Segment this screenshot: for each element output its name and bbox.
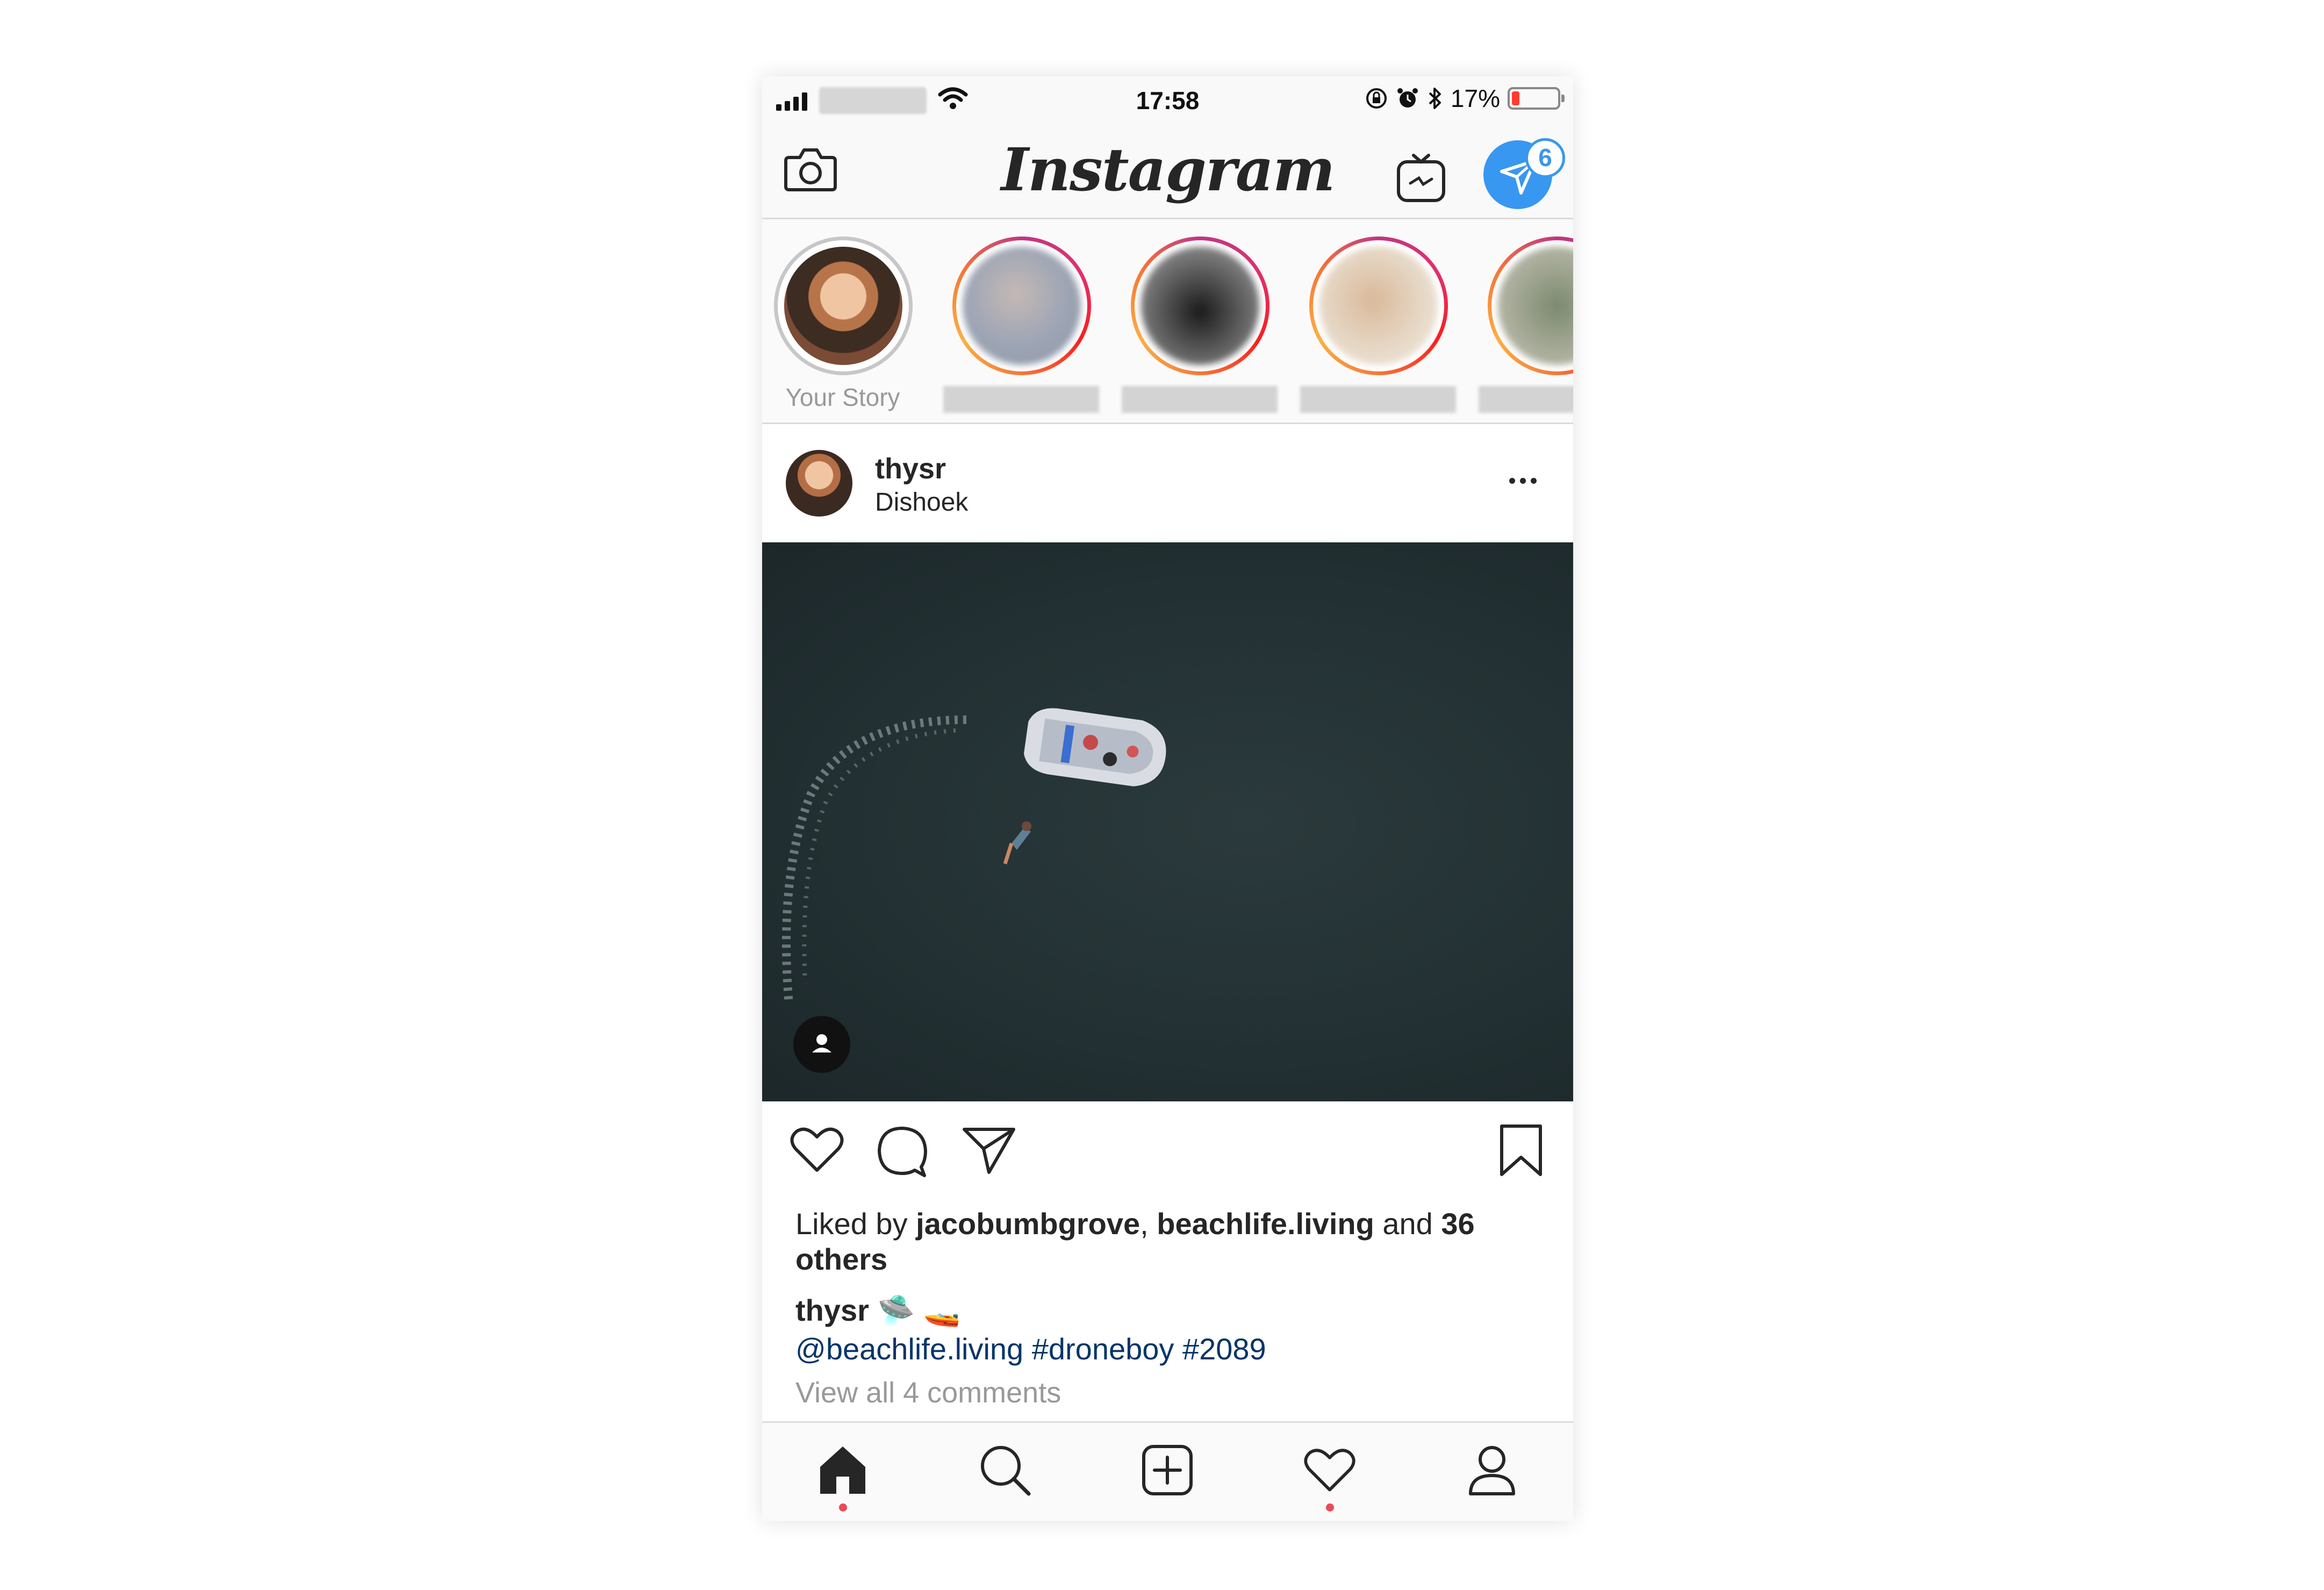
profile-icon [1469,1446,1515,1495]
search-icon [981,1446,1031,1496]
status-bar: 17:58 17% [762,76,1573,122]
post-location[interactable]: Dishoek [875,488,968,517]
phone-screen: 17:58 17% Instagram 6 Your Story thysr D… [762,76,1573,1521]
avatar [784,247,902,365]
top-navigation-bar: Instagram 6 [762,122,1573,219]
plus-square-icon [1142,1445,1193,1495]
bottom-tab-bar [762,1421,1573,1521]
story-label-redacted [1122,386,1278,413]
caption-username[interactable]: thysr [795,1293,869,1327]
share-paper-plane-icon[interactable] [962,1124,1016,1176]
story-your-story[interactable]: Your Story [762,231,923,414]
bluetooth-icon [1429,88,1441,109]
likes-prefix: Liked by [795,1207,908,1241]
tab-activity[interactable] [1249,1423,1411,1521]
story-ring [1488,237,1573,375]
more-options-icon[interactable] [1509,478,1537,484]
battery-level-fill [1512,91,1519,105]
like-heart-icon[interactable] [789,1125,845,1174]
story-ring [1131,237,1269,375]
tab-home[interactable] [762,1423,924,1521]
avatar [1319,247,1438,365]
post-action-bar [762,1101,1573,1204]
igtv-icon[interactable] [1395,146,1447,204]
comment-bubble-icon[interactable] [876,1125,929,1178]
post-header: thysr Dishoek [762,424,1573,542]
post-username[interactable]: thysr [875,452,946,485]
story-item[interactable] [1476,231,1573,414]
activity-notification-dot [1326,1503,1334,1512]
likes-summary[interactable]: Liked by jacobumbgrove, beachlife.living… [795,1206,1537,1277]
story-item[interactable] [1119,231,1280,414]
liked-by-user[interactable]: beachlife.living [1157,1207,1374,1241]
caption-tags[interactable]: @beachlife.living #droneboy #2089 [795,1332,1266,1366]
avatar[interactable] [786,450,852,517]
post-caption: thysr 🛸 🚤 @beachlife.living #droneboy #2… [795,1291,1537,1369]
caption-emoji: 🛸 🚤 [877,1293,961,1327]
view-all-comments-link[interactable]: View all 4 comments [795,1376,1061,1409]
battery-icon [1508,87,1565,110]
tab-profile[interactable] [1411,1423,1573,1521]
status-right-group: 17% [1365,84,1565,113]
rotation-lock-icon [1366,88,1387,109]
drone-sea-photo [782,708,1166,1005]
avatar [1141,247,1259,365]
story-label-redacted [1300,386,1456,413]
liked-by-user[interactable]: jacobumbgrove [916,1207,1140,1241]
story-label-redacted [943,386,1099,413]
stories-tray: Your Story [762,219,1573,424]
likes-and: and [1382,1207,1433,1241]
story-ring [1309,237,1448,375]
heart-icon [1304,1449,1355,1492]
user-tag-icon[interactable] [793,1016,850,1073]
bookmark-icon[interactable] [1498,1124,1544,1178]
alarm-icon [1397,88,1418,108]
story-ring [952,237,1091,375]
home-icon [820,1446,865,1494]
direct-badge-count: 6 [1525,138,1565,178]
story-item[interactable] [1297,231,1459,414]
avatar [1498,247,1573,365]
likes-comma: , [1140,1207,1149,1241]
tab-new-post[interactable] [1087,1423,1249,1521]
story-ring [774,237,913,375]
battery-percent: 17% [1450,84,1500,112]
story-label-redacted [1479,386,1573,413]
story-item[interactable] [941,231,1102,414]
avatar [963,247,1081,365]
home-notification-dot [839,1503,847,1512]
story-label: Your Story [785,383,900,411]
post-photo[interactable] [762,542,1573,1101]
instagram-logo: Instagram [1001,135,1336,204]
person-icon [812,1034,831,1052]
tab-search[interactable] [924,1423,1086,1521]
